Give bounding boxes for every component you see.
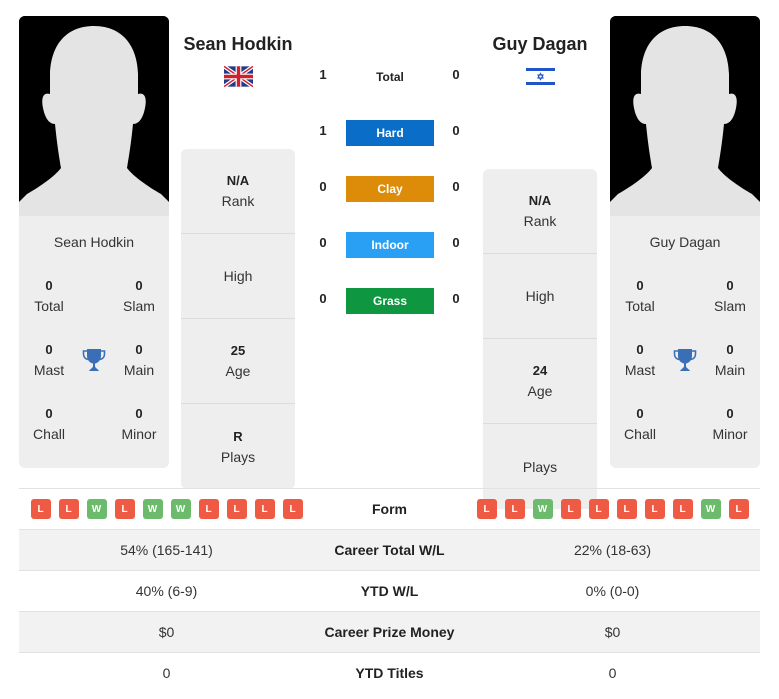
silhouette-icon <box>19 16 169 216</box>
form-badge-loss[interactable]: L <box>560 499 581 519</box>
right-titles-minor: 0 Minor <box>712 406 748 442</box>
table-row: 54% (165-141) Career Total W/L 22% (18-6… <box>19 529 760 570</box>
left-titles-slam: 0 Slam <box>123 278 155 314</box>
surface-hard[interactable]: Hard <box>346 120 434 146</box>
left-titles-chall: 0 Chall <box>33 406 65 442</box>
left-form: LLWLWWLLLL <box>19 499 314 519</box>
h2h-grass-right: 0 <box>452 291 460 306</box>
right-titles-total: 0 Total <box>625 278 655 314</box>
form-badge-win[interactable]: W <box>86 499 107 519</box>
form-badge-loss[interactable]: L <box>254 499 275 519</box>
right-rank: N/A Rank <box>483 169 597 254</box>
left-player-name[interactable]: Sean Hodkin <box>168 34 308 55</box>
form-badge-loss[interactable]: L <box>588 499 609 519</box>
form-badge-loss[interactable]: L <box>644 499 665 519</box>
form-badge-loss[interactable]: L <box>114 499 135 519</box>
israel-flag-icon <box>526 66 555 87</box>
h2h-total-left: 1 <box>319 67 327 82</box>
left-titles-main: 0 Main <box>123 342 155 378</box>
right-player-card-name: Guy Dagan <box>649 234 721 250</box>
right-ytd-titles: 0 <box>608 665 617 681</box>
left-career-wl: 54% (165-141) <box>120 542 213 558</box>
form-badge-loss[interactable]: L <box>282 499 303 519</box>
form-label: Form <box>372 501 407 517</box>
left-prize-money: $0 <box>158 624 175 640</box>
left-player-photo <box>19 16 169 216</box>
left-plays: R Plays <box>220 428 256 465</box>
form-badge-loss[interactable]: L <box>58 499 79 519</box>
form-badge-loss[interactable]: L <box>616 499 637 519</box>
right-titles-main: 0 Main <box>714 342 746 378</box>
h2h-indoor-left: 0 <box>319 235 327 250</box>
right-career-wl: 22% (18-63) <box>573 542 652 558</box>
right-player-info: N/A Rank High 24 Age Plays <box>483 169 597 509</box>
h2h-clay-right: 0 <box>452 179 460 194</box>
h2h-hard-left: 1 <box>319 123 327 138</box>
form-badge-loss[interactable]: L <box>672 499 693 519</box>
form-badge-win[interactable]: W <box>170 499 191 519</box>
united-kingdom-flag-icon <box>222 64 255 89</box>
right-titles-chall: 0 Chall <box>624 406 656 442</box>
h2h-hard-right: 0 <box>452 123 460 138</box>
right-titles-mast: 0 Mast <box>624 342 656 378</box>
left-titles-minor: 0 Minor <box>121 406 157 442</box>
surface-grass[interactable]: Grass <box>346 288 434 314</box>
form-badge-loss[interactable]: L <box>226 499 247 519</box>
form-badge-loss[interactable]: L <box>504 499 525 519</box>
right-form: LLWLLLLLWL <box>465 499 760 519</box>
trophy-icon <box>673 347 697 373</box>
left-titles-mast: 0 Mast <box>33 342 65 378</box>
right-player-photo <box>610 16 760 216</box>
form-badge-win[interactable]: W <box>142 499 163 519</box>
form-row: LLWLWWLLLL Form LLWLLLLLWL <box>19 488 760 529</box>
table-row: 0 YTD Titles 0 <box>19 652 760 693</box>
comparison-table: LLWLWWLLLL Form LLWLLLLLWL 54% (165-141)… <box>19 488 760 693</box>
left-player-info: N/A Rank High 25 Age R Plays <box>181 149 295 489</box>
table-row: 40% (6-9) YTD W/L 0% (0-0) <box>19 570 760 611</box>
ytd-wl-label: YTD W/L <box>360 583 419 599</box>
left-player-card-name: Sean Hodkin <box>53 234 135 250</box>
ytd-titles-label: YTD Titles <box>355 665 424 681</box>
prize-money-label: Career Prize Money <box>324 624 455 640</box>
h2h-grass-left: 0 <box>319 291 327 306</box>
form-badge-loss[interactable]: L <box>476 499 497 519</box>
form-badge-win[interactable]: W <box>700 499 721 519</box>
left-titles-total: 0 Total <box>34 278 64 314</box>
left-high: High <box>181 234 295 319</box>
left-ytd-titles: 0 <box>162 665 171 681</box>
form-badge-loss[interactable]: L <box>30 499 51 519</box>
left-player-card: Sean Hodkin 0 Total 0 Slam 0 Mast 0 Main… <box>19 16 169 468</box>
left-ytd-wl: 40% (6-9) <box>135 583 198 599</box>
career-wl-label: Career Total W/L <box>334 542 445 558</box>
h2h-total-right: 0 <box>452 67 460 82</box>
h2h-total-label: Total <box>376 70 404 84</box>
silhouette-icon <box>610 16 760 216</box>
left-age: 25 Age <box>181 319 295 404</box>
right-titles-slam: 0 Slam <box>714 278 746 314</box>
surface-indoor[interactable]: Indoor <box>346 232 434 258</box>
right-player-name[interactable]: Guy Dagan <box>470 34 610 55</box>
trophy-icon <box>82 347 106 373</box>
right-player-card: Guy Dagan 0 Total 0 Slam 0 Mast 0 Main 0… <box>610 16 760 468</box>
table-row: $0 Career Prize Money $0 <box>19 611 760 652</box>
h2h-clay-left: 0 <box>319 179 327 194</box>
right-age: 24 Age <box>483 339 597 424</box>
right-prize-money: $0 <box>604 624 621 640</box>
h2h-indoor-right: 0 <box>452 235 460 250</box>
surface-clay[interactable]: Clay <box>346 176 434 202</box>
right-high: High <box>483 254 597 339</box>
right-ytd-wl: 0% (0-0) <box>585 583 640 599</box>
form-badge-loss[interactable]: L <box>728 499 749 519</box>
left-rank: N/A Rank <box>181 149 295 234</box>
form-badge-win[interactable]: W <box>532 499 553 519</box>
form-badge-loss[interactable]: L <box>198 499 219 519</box>
